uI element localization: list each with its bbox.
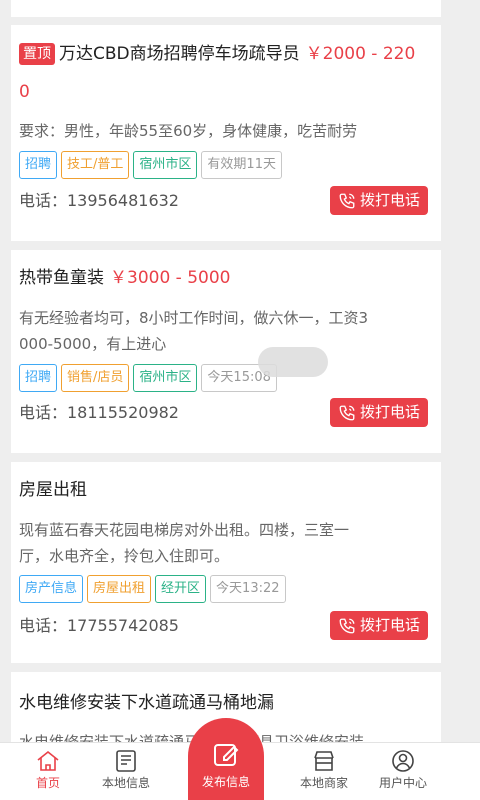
listing-title-row: 热带鱼童装 ￥3000 - 5000: [19, 259, 431, 297]
tab-local-info[interactable]: 本地信息: [86, 743, 166, 800]
tab-local-merchants[interactable]: 本地商家: [284, 743, 364, 800]
tab-label: 首页: [35, 776, 60, 790]
listing-price-continued: 0: [19, 82, 30, 102]
tag-category[interactable]: 招聘: [19, 151, 58, 179]
listing-phone: 电话：13956481632: [19, 191, 179, 210]
listing-tags: 房产信息 房屋出租 经开区 今天13:22: [19, 575, 433, 603]
tag-posted-time: 今天13:22: [210, 575, 286, 603]
tab-home[interactable]: 首页: [8, 743, 88, 800]
publish-label: 发布信息: [201, 775, 250, 789]
publish-button[interactable]: 发布信息: [188, 718, 264, 800]
toast-overlay: [258, 347, 328, 377]
tab-user-center[interactable]: 用户中心: [363, 743, 443, 800]
tab-label: 本地商家: [299, 776, 348, 790]
phone-icon: [339, 405, 355, 420]
phone-icon: [339, 193, 355, 208]
edit-icon: [214, 744, 239, 766]
tab-label: 本地信息: [101, 776, 150, 790]
listing-phone: 电话：18115520982: [19, 403, 179, 422]
tag-area[interactable]: 宿州市区: [133, 151, 198, 179]
call-button[interactable]: 拨打电话: [330, 611, 428, 640]
tab-label: 用户中心: [378, 776, 427, 790]
call-button-label: 拨打电话: [359, 191, 420, 209]
listing-description-line2: 厅，水电齐全，拎包入住即可。: [19, 547, 230, 565]
listing-description-line2: 000-5000，有上进心: [19, 335, 167, 353]
listing-price-wrap: 0: [19, 73, 431, 111]
news-list-icon: [116, 750, 136, 772]
listing-card[interactable]: 置顶 万达CBD商场招聘停车场疏导员 ￥2000 - 220 0 要求：男性，年龄5…: [11, 25, 441, 241]
call-button[interactable]: 拨打电话: [330, 398, 428, 427]
listing-title: 万达CBD商场招聘停车场疏导员: [59, 44, 300, 64]
listing-title-row: 房屋出租: [19, 471, 431, 509]
listing-title-row: 置顶 万达CBD商场招聘停车场疏导员 ￥2000 - 220: [19, 35, 431, 73]
pinned-badge: 置顶: [19, 43, 55, 65]
listing-price: ￥3000 - 5000: [110, 268, 231, 288]
tag-subcategory[interactable]: 房屋出租: [87, 575, 152, 603]
tag-category[interactable]: 招聘: [19, 364, 58, 392]
listing-description-line1: 现有蓝石春天花园电梯房对外出租。四楼，三室一: [19, 521, 350, 539]
call-button-label: 拨打电话: [359, 616, 420, 634]
listing-tags: 招聘 技工/普工 宿州市区 有效期11天: [19, 151, 433, 179]
home-icon: [37, 750, 59, 771]
listing-card[interactable]: 房屋出租 现有蓝石春天花园电梯房对外出租。四楼，三室一 厅，水电齐全，拎包入住即…: [11, 462, 441, 663]
phone-icon: [339, 618, 355, 633]
listing-description: 要求：男性，年龄55至60岁，身体健康，吃苦耐劳: [19, 122, 358, 140]
call-button[interactable]: 拨打电话: [330, 186, 428, 215]
listing-title-row: 水电维修安装下水道疏通马桶地漏: [19, 684, 431, 722]
listing-title: 水电维修安装下水道疏通马桶地漏: [19, 693, 274, 713]
tag-area[interactable]: 宿州市区: [133, 364, 198, 392]
tag-subcategory[interactable]: 销售/店员: [61, 364, 130, 392]
tag-validity: 有效期11天: [201, 151, 282, 179]
tag-subcategory[interactable]: 技工/普工: [61, 151, 130, 179]
listing-price: ￥2000 - 220: [305, 44, 416, 64]
listing-title: 热带鱼童装: [19, 268, 104, 288]
storefront-icon: [314, 751, 334, 771]
previous-listing-card[interactable]: [11, 0, 441, 17]
call-button-label: 拨打电话: [359, 403, 420, 421]
tag-category[interactable]: 房产信息: [19, 575, 84, 603]
listing-title: 房屋出租: [19, 480, 87, 500]
listing-description-line1: 有无经验者均可，8小时工作时间，做六休一，工资3: [19, 309, 369, 327]
listing-tags: 招聘 销售/店员 宿州市区 今天15:08: [19, 364, 433, 392]
listing-phone: 电话：17755742085: [19, 616, 179, 635]
user-icon: [392, 750, 414, 772]
listing-card[interactable]: 热带鱼童装 ￥3000 - 5000 有无经验者均可，8小时工作时间，做六休一，工…: [11, 250, 441, 453]
tag-area[interactable]: 经开区: [155, 575, 207, 603]
listing-feed[interactable]: 置顶 万达CBD商场招聘停车场疏导员 ￥2000 - 220 0 要求：男性，年龄5…: [0, 0, 480, 742]
